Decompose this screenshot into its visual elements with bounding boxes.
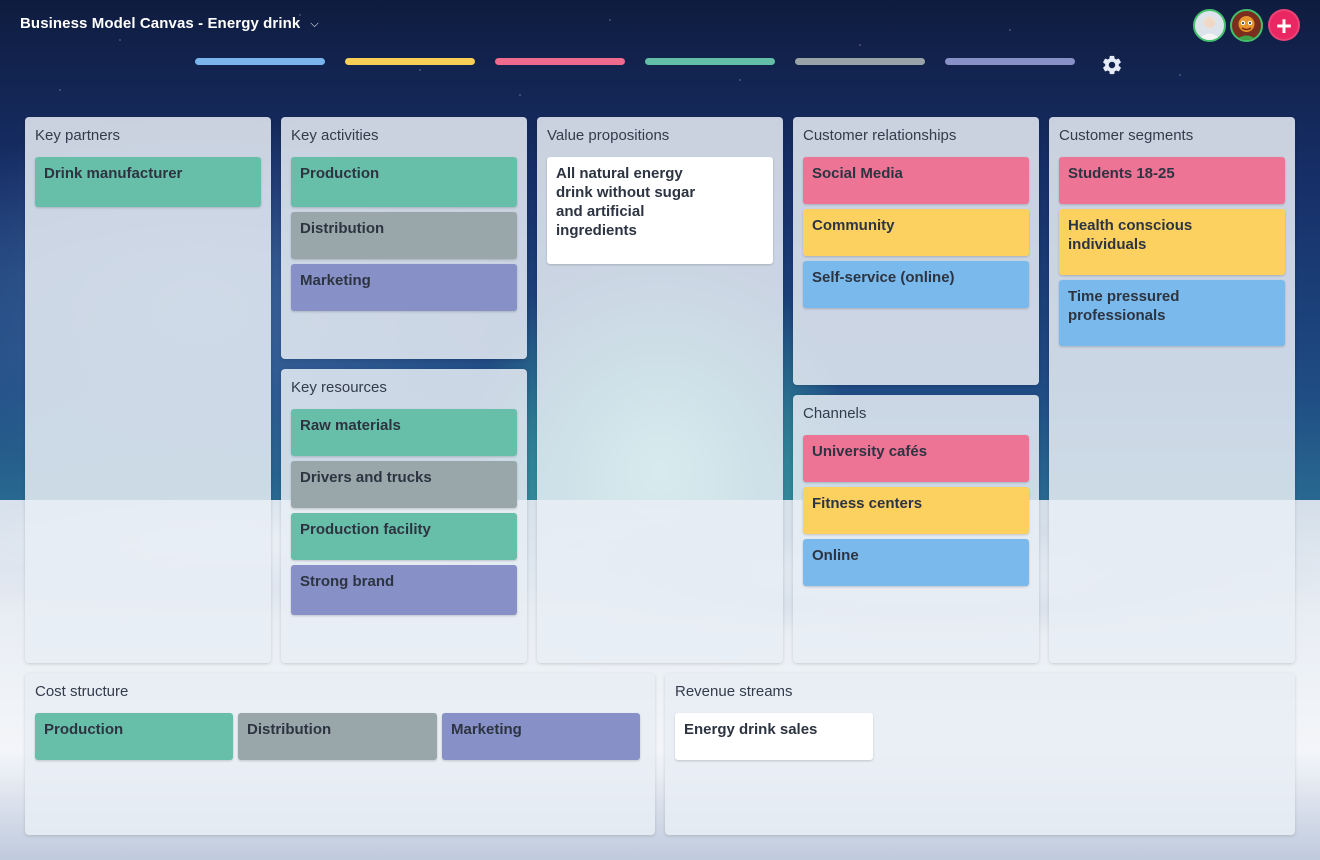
card-health-conscious-individuals[interactable]: Health conscious individuals (1059, 209, 1285, 275)
gear-icon[interactable] (1101, 54, 1123, 76)
card-social-media[interactable]: Social Media (803, 157, 1029, 204)
color-filter-blue[interactable] (195, 58, 325, 65)
panel-revenue-streams: Revenue streams Energy drink sales (665, 673, 1295, 835)
color-filter-pink[interactable] (495, 58, 625, 65)
color-filter-green[interactable] (645, 58, 775, 65)
panel-title: Customer relationships (803, 127, 957, 144)
panel-title: Key resources (291, 379, 387, 396)
color-filter-gray[interactable] (795, 58, 925, 65)
panel-title: Cost structure (35, 683, 129, 700)
color-filter-yellow[interactable] (345, 58, 475, 65)
card-time-pressured-professionals[interactable]: Time pressured professionals (1059, 280, 1285, 346)
card-value-proposition[interactable]: All natural energy drink without sugar a… (547, 157, 773, 264)
card-students-18-25[interactable]: Students 18-25 (1059, 157, 1285, 204)
board-title-dropdown[interactable]: Business Model Canvas - Energy drink ⌵ (20, 15, 319, 32)
panel-title: Key partners (35, 127, 121, 144)
card-drivers-and-trucks[interactable]: Drivers and trucks (291, 461, 517, 508)
card-marketing[interactable]: Marketing (291, 264, 517, 311)
panel-title: Key activities (291, 127, 379, 144)
user-avatar-2[interactable] (1230, 9, 1263, 42)
card-energy-drink-sales[interactable]: Energy drink sales (675, 713, 873, 760)
panel-value-propositions: Value propositions All natural energy dr… (537, 117, 783, 663)
panel-key-activities: Key activities Production Distribution M… (281, 117, 527, 359)
card-drink-manufacturer[interactable]: Drink manufacturer (35, 157, 261, 207)
panel-title: Revenue streams (675, 683, 793, 700)
card-fitness-centers[interactable]: Fitness centers (803, 487, 1029, 534)
card-self-service-online[interactable]: Self-service (online) (803, 261, 1029, 308)
add-collaborator-button[interactable]: + (1268, 9, 1300, 41)
card-online[interactable]: Online (803, 539, 1029, 586)
user-avatar-1[interactable] (1193, 9, 1226, 42)
card-raw-materials[interactable]: Raw materials (291, 409, 517, 456)
board-title: Business Model Canvas - Energy drink (20, 15, 301, 32)
panel-title: Customer segments (1059, 127, 1194, 144)
card-community[interactable]: Community (803, 209, 1029, 256)
card-cost-production[interactable]: Production (35, 713, 233, 760)
card-production-facility[interactable]: Production facility (291, 513, 517, 560)
panel-key-partners: Key partners Drink manufacturer (25, 117, 271, 663)
panel-customer-relationships: Customer relationships Social Media Comm… (793, 117, 1039, 385)
panel-key-resources: Key resources Raw materials Drivers and … (281, 369, 527, 663)
card-strong-brand[interactable]: Strong brand (291, 565, 517, 615)
card-cost-distribution[interactable]: Distribution (238, 713, 437, 760)
card-production[interactable]: Production (291, 157, 517, 207)
panel-channels: Channels University cafés Fitness center… (793, 395, 1039, 663)
card-university-cafes[interactable]: University cafés (803, 435, 1029, 482)
panel-cost-structure: Cost structure Production Distribution M… (25, 673, 655, 835)
card-cost-marketing[interactable]: Marketing (442, 713, 640, 760)
card-distribution[interactable]: Distribution (291, 212, 517, 259)
panel-customer-segments: Customer segments Students 18-25 Health … (1049, 117, 1295, 663)
color-filter-purple[interactable] (945, 58, 1075, 65)
top-bar: Business Model Canvas - Energy drink ⌵ + (0, 0, 1320, 92)
chevron-down-icon: ⌵ (310, 18, 319, 30)
panel-title: Value propositions (547, 127, 670, 144)
panel-title: Channels (803, 405, 867, 422)
